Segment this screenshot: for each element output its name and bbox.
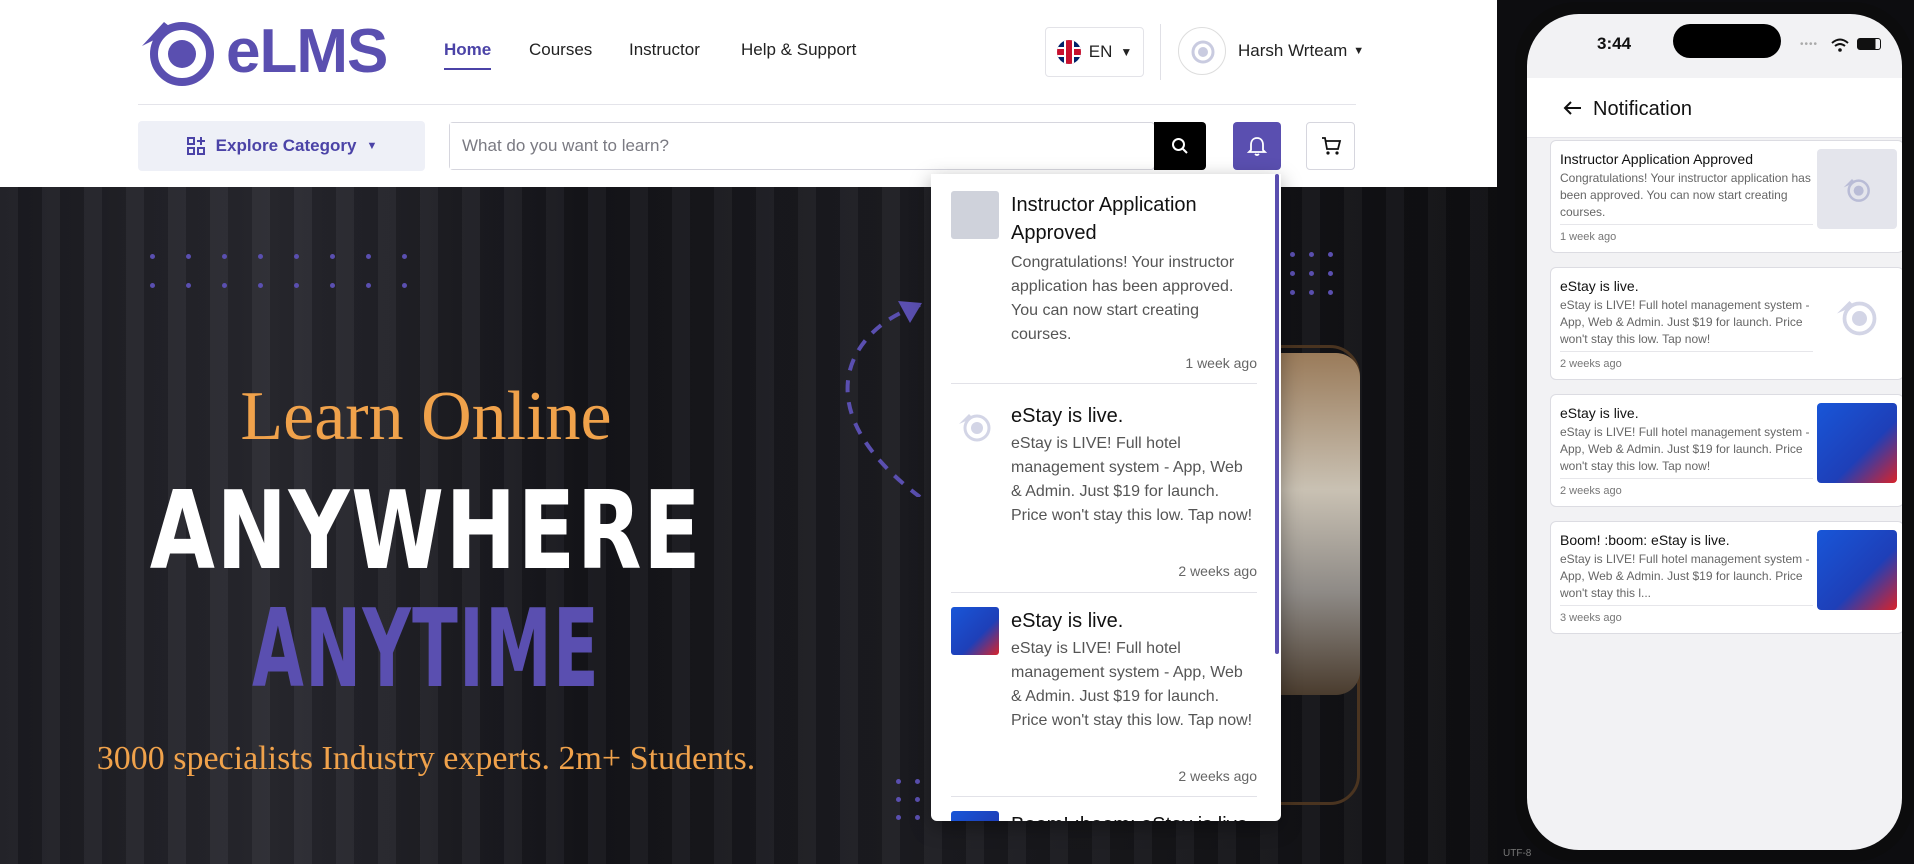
notification-card[interactable]: Instructor Application Approved Congratu… [1550,140,1902,253]
logo-icon [142,22,214,86]
card-title: eStay is live. [1560,278,1639,294]
search-box [449,122,1155,170]
card-title: Instructor Application Approved [1560,151,1754,167]
user-menu[interactable]: Harsh Wrteam ▼ [1178,27,1364,75]
dot-pattern [150,254,407,288]
cart-icon [1321,137,1341,155]
card-body: eStay is LIVE! Full hotel management sys… [1560,297,1813,352]
elms-logo-icon [1843,179,1870,202]
nav-home[interactable]: Home [444,40,492,70]
app-bar-title: Notification [1593,98,1692,120]
hero-line-anywhere: ANYWHERE [149,469,703,594]
nav-instructor[interactable]: Instructor [629,40,700,60]
card-body: Congratulations! Your instructor applica… [1560,170,1813,225]
phone-screen: 3:44 •••• Notification Instructor Applic… [1527,14,1902,850]
explore-category-button[interactable]: Explore Category ▼ [138,121,425,171]
card-image [1817,276,1897,356]
hero-subline: 3000 specialists Industry experts. 2m+ S… [96,740,756,777]
notification-card[interactable]: eStay is live. eStay is LIVE! Full hotel… [1550,394,1902,507]
notification-button[interactable] [1233,122,1281,170]
card-time: 1 week ago [1560,231,1617,243]
uk-flag-icon [1056,40,1081,64]
wifi-icon [1831,38,1849,52]
notification-body: eStay is LIVE! Full hotel management sys… [1011,435,1253,524]
hero-line-anytime: ANYTIME [252,587,600,712]
notification-time: 2 weeks ago [1178,768,1257,784]
avatar [1178,27,1226,75]
notification-body: Congratulations! Your instructor applica… [1011,254,1235,343]
dropdown-scrollbar[interactable] [1275,174,1279,654]
notification-card[interactable]: eStay is live. eStay is LIVE! Full hotel… [1550,267,1902,380]
search-input[interactable] [450,123,1090,169]
header-divider [1160,24,1161,80]
battery-icon [1857,38,1881,50]
caret-down-icon: ▼ [1120,45,1133,59]
card-time: 3 weeks ago [1560,612,1622,624]
dot-pattern [1290,252,1333,295]
status-bar: 3:44 •••• [1527,14,1902,78]
notification-item[interactable]: Boom! :boom: eStay is live. [951,811,1257,821]
notification-time: 2 weeks ago [1178,563,1257,579]
nav-help-support[interactable]: Help & Support [741,40,856,60]
status-time: 3:44 [1597,34,1632,53]
card-image [1817,403,1897,483]
signal-icon: •••• [1800,39,1819,50]
back-arrow-icon[interactable] [1563,100,1583,116]
card-title: eStay is live. [1560,405,1639,421]
notification-item[interactable]: Instructor Application Approved Congratu… [951,191,1257,384]
notification-item[interactable]: eStay is live. eStay is LIVE! Full hotel… [951,402,1257,593]
search-icon [1172,138,1188,154]
card-time: 2 weeks ago [1560,358,1622,370]
card-body: eStay is LIVE! Full hotel management sys… [1560,424,1813,479]
web-window: eLMS Home Courses Instructor Help & Supp… [0,0,1497,864]
notification-title: Instructor Application Approved [1011,194,1197,244]
phone-frame: 3:44 •••• Notification Instructor Applic… [1515,2,1914,862]
site-header: eLMS Home Courses Instructor Help & Supp… [0,0,1497,187]
card-image [1817,530,1897,610]
notification-title: eStay is live. [1011,405,1124,427]
notification-card[interactable]: Boom! :boom: eStay is live. eStay is LIV… [1550,521,1902,634]
logo[interactable]: eLMS [138,16,388,88]
app-bar: Notification [1527,78,1902,138]
bell-icon [1246,137,1268,156]
elms-logo-icon [959,414,991,442]
language-label: EN [1088,42,1113,61]
caret-down-icon: ▼ [366,140,378,152]
caret-down-icon: ▼ [1353,45,1365,57]
nav-courses[interactable]: Courses [529,40,592,60]
card-time: 2 weeks ago [1560,485,1622,497]
card-title: Boom! :boom: eStay is live. [1560,532,1730,548]
card-body: eStay is LIVE! Full hotel management sys… [1560,551,1813,606]
cart-button[interactable] [1306,122,1355,170]
notification-time: 1 week ago [1185,355,1257,371]
notification-body: eStay is LIVE! Full hotel management sys… [1011,640,1253,729]
search-button[interactable] [1154,122,1206,170]
notification-thumbnail [951,811,999,821]
elms-logo-icon [1837,301,1877,336]
hero-line-learn-online: Learn Online [240,378,612,455]
encoding-label: UTF-8 [1503,848,1532,859]
notification-dropdown: Instructor Application Approved Congratu… [931,174,1281,821]
category-grid-icon [186,137,205,155]
notification-item[interactable]: eStay is live. eStay is LIVE! Full hotel… [951,607,1257,797]
notification-title: Boom! :boom: eStay is live. [1011,811,1257,821]
header-divider-line [138,104,1356,105]
notification-thumbnail [951,607,999,655]
notification-thumbnail [951,191,999,239]
explore-category-label: Explore Category [215,136,357,155]
logo-text: eLMS [226,17,388,86]
language-selector[interactable]: EN ▼ [1045,27,1144,77]
user-name: Harsh Wrteam [1238,41,1348,60]
dynamic-island [1673,24,1781,58]
card-image-placeholder [1817,149,1897,229]
notification-title: eStay is live. [1011,610,1124,632]
